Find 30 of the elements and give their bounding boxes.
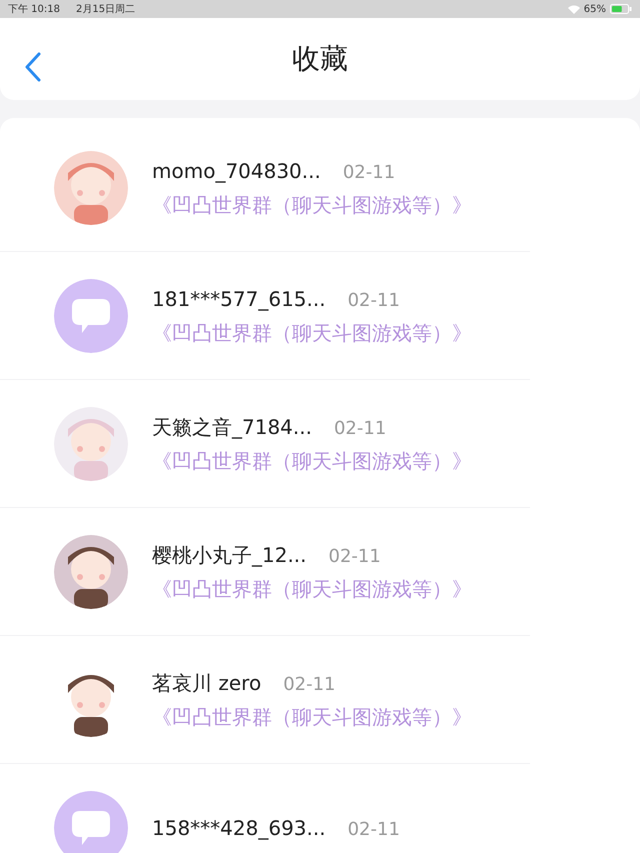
status-time: 下午 10:18 bbox=[8, 2, 60, 16]
user-name: 158***428_693... bbox=[152, 814, 326, 842]
date: 02-11 bbox=[342, 160, 396, 184]
date: 02-11 bbox=[348, 818, 400, 842]
battery-percent: 65% bbox=[584, 2, 606, 16]
list-item[interactable]: 181***577_615... 02-11 《凹凸世界群（聊天斗图游戏等）》 bbox=[0, 252, 530, 380]
group-name: 《凹凸世界群（聊天斗图游戏等）》 bbox=[152, 704, 472, 730]
list-item[interactable]: 158***428_693... 02-11 bbox=[0, 764, 530, 853]
user-name: 天籁之音_7184... bbox=[152, 414, 312, 441]
user-name: 樱桃小丸子_12... bbox=[152, 542, 307, 569]
group-name: 《凹凸世界群（聊天斗图游戏等）》 bbox=[152, 192, 472, 218]
status-date: 2月15日周二 bbox=[76, 2, 136, 16]
group-name: 《凹凸世界群（聊天斗图游戏等）》 bbox=[152, 320, 472, 346]
list-item[interactable]: 樱桃小丸子_12... 02-11 《凹凸世界群（聊天斗图游戏等）》 bbox=[0, 508, 530, 636]
list-item[interactable]: momo_704830... 02-11 《凹凸世界群（聊天斗图游戏等）》 bbox=[0, 124, 530, 252]
battery-icon bbox=[610, 4, 632, 14]
list-item[interactable]: 天籁之音_7184... 02-11 《凹凸世界群（聊天斗图游戏等）》 bbox=[0, 380, 530, 508]
date: 02-11 bbox=[348, 288, 400, 312]
group-name: 《凹凸世界群（聊天斗图游戏等）》 bbox=[152, 448, 472, 474]
user-name: 茗哀川 zero bbox=[152, 670, 262, 696]
group-name: 《凹凸世界群（聊天斗图游戏等）》 bbox=[152, 576, 472, 602]
date: 02-11 bbox=[328, 544, 381, 568]
user-name: momo_704830... bbox=[152, 158, 321, 185]
back-button[interactable] bbox=[24, 52, 42, 82]
list-item[interactable]: 茗哀川 zero 02-11 《凹凸世界群（聊天斗图游戏等）》 bbox=[0, 636, 530, 764]
page-title: 收藏 bbox=[292, 41, 348, 77]
user-name: 181***577_615... bbox=[152, 286, 326, 313]
date: 02-11 bbox=[334, 416, 386, 440]
wifi-icon bbox=[568, 4, 580, 14]
date: 02-11 bbox=[283, 672, 336, 696]
